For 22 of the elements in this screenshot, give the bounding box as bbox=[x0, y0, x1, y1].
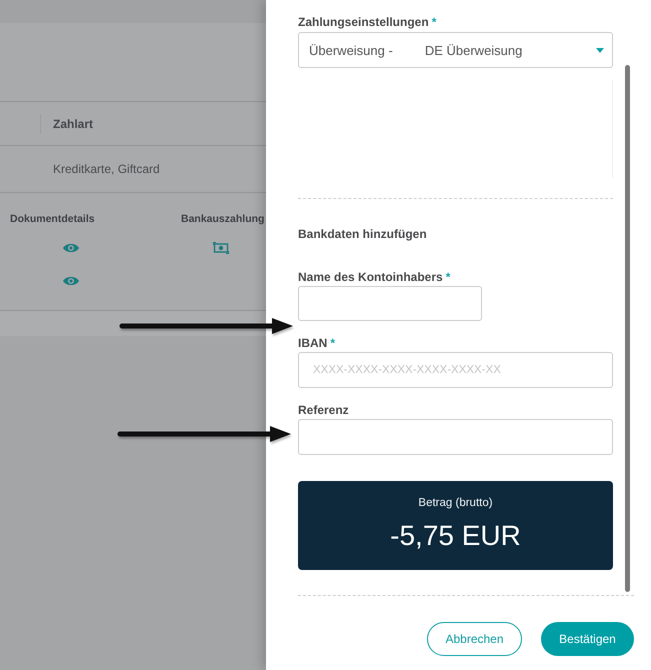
cancel-button[interactable]: Abbrechen bbox=[427, 622, 522, 656]
field-label: IBAN * bbox=[298, 335, 336, 351]
caret-icon bbox=[596, 48, 604, 52]
text-field[interactable] bbox=[298, 419, 613, 455]
field-label: Zahlungseinstellungen * bbox=[298, 14, 436, 30]
text-field[interactable] bbox=[298, 286, 482, 321]
field-label: Name des Kontoinhabers * bbox=[298, 269, 450, 285]
eye-icon[interactable] bbox=[63, 276, 79, 286]
amount-label: Betrag (brutto) bbox=[418, 496, 493, 510]
banknote-icon[interactable] bbox=[213, 242, 229, 254]
amount-value: -5,75 EUR bbox=[390, 519, 521, 553]
text-field[interactable]: XXXX-XXXX-XXXX-XXXX-XXXX-XX bbox=[298, 352, 613, 388]
table-cell: Kreditkarte, Giftcard bbox=[53, 162, 160, 176]
column-header: Zahlart bbox=[53, 116, 94, 130]
confirm-button[interactable]: Bestätigen bbox=[541, 622, 634, 656]
column-header: Dokumentdetails bbox=[10, 212, 96, 226]
column-header: Bankauszahlung bbox=[181, 212, 266, 226]
section-title: Bankdaten hinzufügen bbox=[298, 226, 427, 242]
scrollbar[interactable] bbox=[625, 65, 630, 592]
eye-icon[interactable] bbox=[63, 243, 79, 253]
payment-method-select[interactable]: Überweisung - DE Überweisung bbox=[298, 32, 613, 68]
field-label: Referenz bbox=[298, 402, 349, 418]
